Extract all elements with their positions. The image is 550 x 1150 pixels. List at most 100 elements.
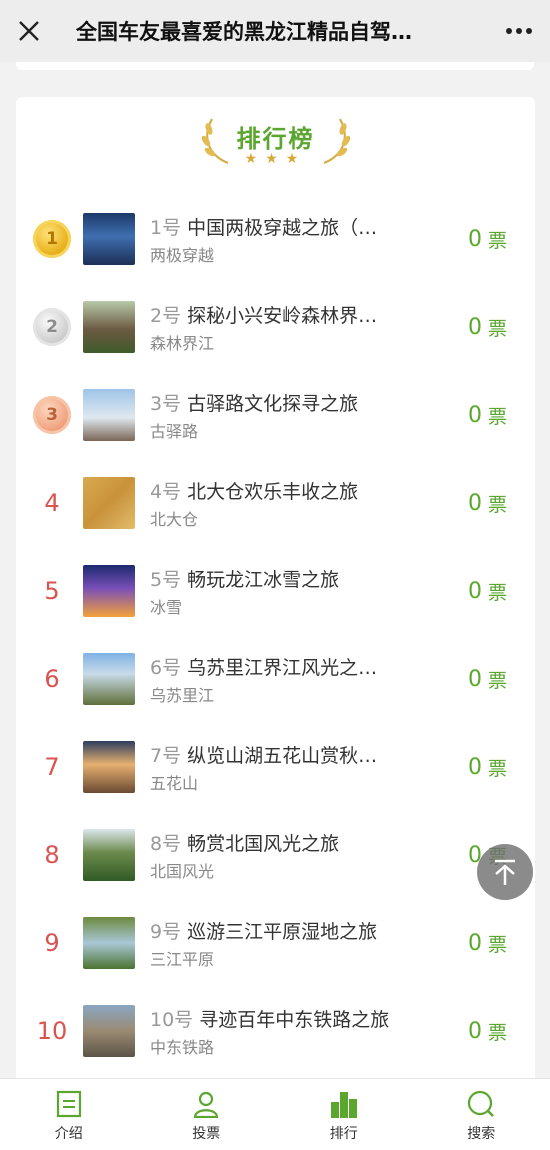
search-icon <box>468 1090 495 1117</box>
route-title: 畅赏北国风光之旅 <box>187 833 340 855</box>
tab-vote[interactable]: 投票 <box>138 1079 276 1150</box>
rank-indicator: 9 <box>30 899 74 987</box>
ranking-row[interactable]: 3 3号 古驿路文化探寻之旅 古驿路 0 票 <box>16 371 535 459</box>
route-name: 8号 畅赏北国风光之旅 <box>150 829 400 856</box>
top-bar: 全国车友最喜爱的黑龙江精品自驾… <box>0 0 550 62</box>
route-number: 1号 <box>150 217 182 239</box>
rank-indicator: 3 <box>30 371 74 459</box>
route-subtitle: 北国风光 <box>150 862 215 881</box>
tab-label: 排行 <box>329 1126 358 1142</box>
route-title: 古驿路文化探寻之旅 <box>187 393 359 415</box>
route-thumbnail[interactable] <box>83 741 135 793</box>
vote-number: 0 <box>467 578 482 604</box>
vote-count: 0票 <box>468 635 507 723</box>
rank-number: 4 <box>44 489 60 517</box>
tab-label: 投票 <box>192 1126 221 1142</box>
route-name: 9号 巡游三江平原湿地之旅 <box>150 917 400 944</box>
ranking-row[interactable]: 6 6号 乌苏里江界江风光之… 乌苏里江 0 票 <box>16 635 535 723</box>
tab-intro[interactable]: 介绍 <box>0 1079 138 1150</box>
route-thumbnail[interactable] <box>83 301 135 353</box>
route-thumbnail[interactable] <box>83 213 135 265</box>
document-icon <box>56 1090 81 1118</box>
route-number: 9号 <box>150 921 182 943</box>
ranking-row[interactable]: 5 5号 畅玩龙江冰雪之旅 冰雪 0 票 <box>16 547 535 635</box>
ranking-row[interactable]: 10 10号 寻迹百年中东铁路之旅中东铁路 0 票 <box>16 987 535 1075</box>
tab-search[interactable]: 搜索 <box>413 1079 550 1150</box>
route-name: 10号 寻迹百年中东铁路之旅 <box>150 1005 400 1032</box>
route-thumbnail[interactable] <box>83 565 135 617</box>
more-icon <box>506 28 532 34</box>
ranking-row[interactable]: 1 1号 中国两极穿越之旅（… 两极穿越 0 票 <box>16 195 535 283</box>
route-subtitle: 乌苏里江 <box>150 686 215 705</box>
rank-indicator: 10 <box>30 987 74 1075</box>
rank-indicator: 1 <box>30 195 74 283</box>
route-title: 纵览山湖五花山赏秋… <box>187 745 378 767</box>
route-thumbnail[interactable] <box>83 1005 135 1057</box>
vote-count: 0票 <box>468 195 507 283</box>
ranking-row[interactable]: 2 2号 探秘小兴安岭森林界… 森林界江 0 票 <box>16 283 535 371</box>
ranking-row[interactable]: 88号畅赏北国风光之旅北国风光0票 <box>16 811 535 899</box>
bar-chart-icon <box>330 1092 357 1118</box>
route-number: 2号 <box>150 305 182 327</box>
route-subtitle: 中东铁路 <box>150 1038 215 1057</box>
previous-card-edge <box>16 62 534 70</box>
vote-number: 0 <box>467 1018 482 1044</box>
vote-count: 0票 <box>468 283 507 371</box>
route-thumbnail[interactable] <box>83 829 135 881</box>
vote-number: 0 <box>467 402 482 428</box>
route-thumbnail[interactable] <box>83 653 135 705</box>
vote-count: 0票 <box>468 723 507 811</box>
route-subtitle: 五花山 <box>150 774 199 793</box>
route-title: 北大仓欢乐丰收之旅 <box>187 481 359 503</box>
gold-medal-icon: 1 <box>33 220 71 258</box>
back-to-top-button[interactable] <box>477 844 533 900</box>
stars-icon: ★★★ <box>244 151 307 167</box>
vote-unit: 票 <box>487 317 507 340</box>
route-title: 寻迹百年中东铁路之旅 <box>199 1009 390 1031</box>
tab-ranking[interactable]: 排行 <box>275 1079 413 1150</box>
bronze-medal-icon: 3 <box>33 396 71 434</box>
vote-number: 0 <box>467 314 482 340</box>
rank-number: 7 <box>44 753 60 781</box>
ranking-header: 排行榜 ★★★ <box>16 111 535 173</box>
rank-indicator: 6 <box>30 635 74 723</box>
route-number: 7号 <box>150 745 182 767</box>
route-title: 畅玩龙江冰雪之旅 <box>187 569 340 591</box>
vote-number: 0 <box>467 666 482 692</box>
ranking-row[interactable]: 4 4号 北大仓欢乐丰收之旅 北大仓 0 票 <box>16 459 535 547</box>
tab-label: 介绍 <box>54 1126 83 1142</box>
rank-number: 9 <box>44 929 60 957</box>
vote-unit: 票 <box>487 933 507 956</box>
route-subtitle: 北大仓 <box>150 510 199 529</box>
route-number: 6号 <box>150 657 182 679</box>
vote-unit: 票 <box>487 1021 507 1044</box>
route-subtitle: 两极穿越 <box>150 246 215 265</box>
vote-unit: 票 <box>487 493 507 516</box>
vote-count: 0票 <box>468 459 507 547</box>
close-icon <box>19 21 39 41</box>
more-button[interactable] <box>488 0 550 62</box>
route-name: 7号 纵览山湖五花山赏秋… <box>150 741 400 768</box>
route-name: 3号 古驿路文化探寻之旅 <box>150 389 400 416</box>
route-thumbnail[interactable] <box>83 477 135 529</box>
rank-number: 5 <box>44 577 60 605</box>
vote-number: 0 <box>467 930 482 956</box>
vote-number: 0 <box>467 490 482 516</box>
route-name: 1号 中国两极穿越之旅（… <box>150 213 400 240</box>
tab-label: 搜索 <box>467 1126 496 1142</box>
ranking-row[interactable]: 7 7号 纵览山湖五花山赏秋… 五花山 0 票 <box>16 723 535 811</box>
ranking-row[interactable]: 9 9号 巡游三江平原湿地之旅三江平原 0 票 <box>16 899 535 987</box>
ranking-title: 排行榜 <box>236 125 315 153</box>
route-thumbnail[interactable] <box>83 917 135 969</box>
route-name: 6号 乌苏里江界江风光之… <box>150 653 400 680</box>
route-subtitle: 三江平原 <box>150 950 215 969</box>
route-title: 乌苏里江界江风光之… <box>187 657 378 679</box>
route-thumbnail[interactable] <box>83 389 135 441</box>
silver-medal-icon: 2 <box>33 308 71 346</box>
close-button[interactable] <box>0 0 58 62</box>
route-number: 10号 <box>150 1009 194 1031</box>
vote-count: 0票 <box>468 899 507 987</box>
rank-indicator: 7 <box>30 723 74 811</box>
bottom-tab-bar: 介绍 投票 排行 搜索 <box>0 1078 550 1150</box>
vote-number: 0 <box>467 226 482 252</box>
